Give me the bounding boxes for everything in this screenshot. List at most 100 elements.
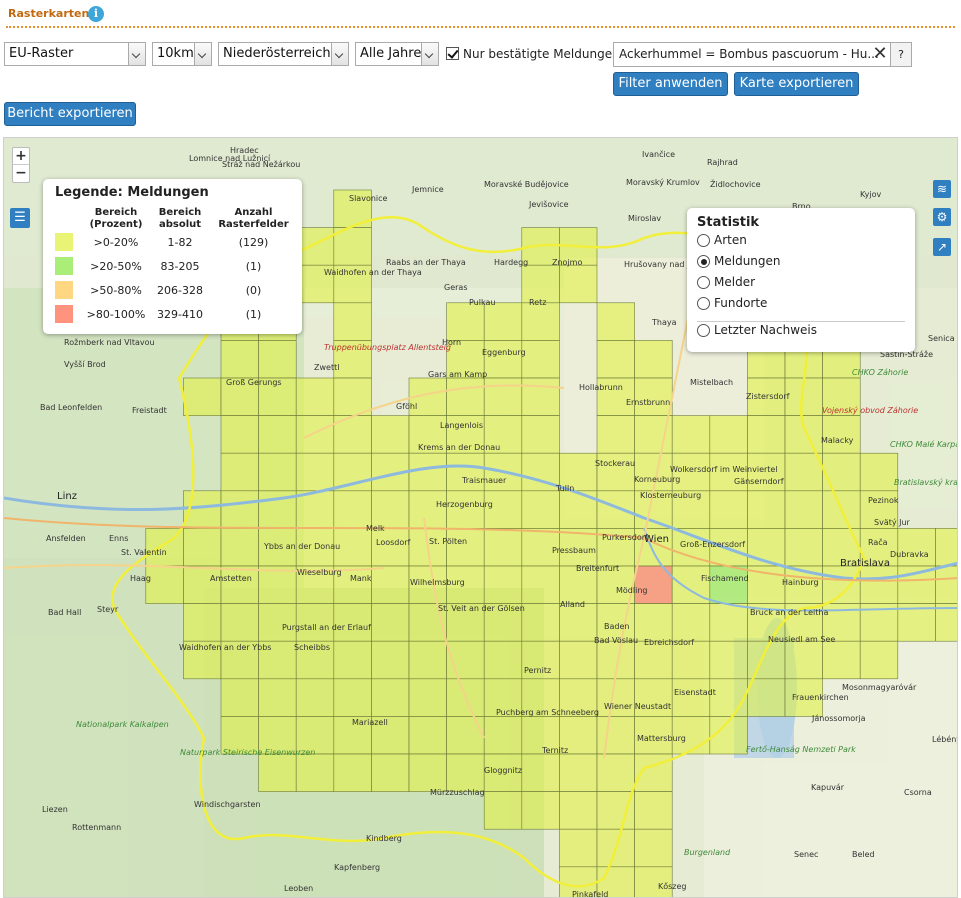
years-select[interactable]: Alle Jahre (355, 42, 439, 66)
raster-field[interactable] (747, 678, 786, 717)
raster-field[interactable] (333, 678, 372, 717)
raster-field[interactable] (671, 415, 711, 454)
raster-field[interactable] (408, 753, 447, 792)
raster-field[interactable] (483, 340, 523, 379)
raster-field[interactable] (333, 302, 372, 341)
raster-field[interactable] (596, 716, 635, 755)
info-icon[interactable]: i (88, 6, 104, 22)
export-report-button[interactable]: Bericht exportieren (4, 102, 136, 126)
raster-field[interactable] (521, 603, 560, 642)
raster-field[interactable] (295, 678, 335, 717)
raster-field[interactable] (596, 791, 635, 830)
gear-icon[interactable]: ⚙ (933, 208, 951, 226)
raster-field[interactable] (446, 377, 485, 416)
raster-field[interactable] (559, 753, 598, 792)
raster-field[interactable] (258, 415, 297, 454)
raster-field[interactable] (220, 603, 259, 642)
layers-icon[interactable]: ≋ (933, 180, 951, 198)
raster-field[interactable] (559, 264, 598, 304)
statistik-radio-fundorte[interactable] (697, 297, 710, 310)
raster-field[interactable] (559, 603, 598, 642)
zoom-out-button[interactable]: − (13, 165, 29, 182)
species-input[interactable]: Ackerhummel = Bombus pascuorum - Hu... (613, 42, 891, 67)
raster-field[interactable] (483, 528, 523, 567)
raster-field[interactable] (747, 640, 786, 680)
raster-field[interactable] (408, 678, 447, 717)
raster-field[interactable] (408, 490, 447, 529)
raster-field[interactable] (258, 678, 297, 717)
raster-field[interactable] (822, 452, 861, 492)
raster-field[interactable] (521, 791, 560, 830)
raster-field[interactable] (483, 716, 523, 755)
raster-field[interactable] (145, 565, 184, 604)
raster-field[interactable] (483, 640, 523, 680)
raster-field[interactable] (183, 528, 222, 567)
raster-field[interactable] (596, 415, 635, 454)
raster-field[interactable] (220, 678, 259, 717)
raster-field[interactable] (822, 565, 861, 604)
raster-field[interactable] (634, 452, 673, 492)
raster-field[interactable] (709, 490, 748, 529)
raster-field[interactable] (446, 490, 485, 529)
raster-field[interactable] (897, 528, 936, 567)
raster-field[interactable] (371, 415, 410, 454)
raster-field[interactable] (446, 753, 485, 792)
raster-field[interactable] (371, 565, 410, 604)
raster-field[interactable] (371, 678, 410, 717)
raster-field[interactable] (521, 490, 560, 529)
raster-field[interactable] (295, 753, 335, 792)
raster-field[interactable] (295, 415, 335, 454)
zoom-in-button[interactable]: + (13, 148, 29, 165)
raster-field[interactable] (935, 528, 958, 567)
raster-field[interactable] (822, 415, 861, 454)
raster-field[interactable] (371, 490, 410, 529)
raster-field[interactable] (671, 603, 711, 642)
raster-field[interactable] (634, 828, 673, 868)
statistik-radio-melder[interactable] (697, 276, 710, 289)
raster-field[interactable] (408, 640, 447, 680)
raster-field[interactable] (446, 452, 485, 492)
raster-field[interactable] (784, 415, 823, 454)
raster-field[interactable] (183, 565, 222, 604)
raster-field[interactable] (371, 753, 410, 792)
confirmed-only-checkbox[interactable] (446, 47, 459, 60)
raster-field[interactable] (634, 377, 673, 416)
region-select[interactable]: Niederösterreich (218, 42, 349, 66)
size-select[interactable]: 10km (152, 42, 212, 66)
species-help-button[interactable]: ? (890, 42, 912, 67)
list-icon[interactable]: ☰ (10, 208, 30, 228)
raster-field[interactable] (333, 377, 372, 416)
raster-field[interactable] (483, 377, 523, 416)
raster-field[interactable] (709, 640, 748, 680)
raster-field[interactable] (446, 528, 485, 567)
raster-field[interactable] (822, 640, 861, 680)
raster-field[interactable] (220, 528, 259, 567)
raster-field[interactable] (220, 415, 259, 454)
chart-icon[interactable]: ↗ (933, 238, 951, 256)
raster-field[interactable] (859, 565, 899, 604)
close-icon[interactable]: ✕ (871, 43, 889, 65)
raster-field[interactable] (521, 753, 560, 792)
raster-field[interactable] (483, 565, 523, 604)
raster-field[interactable] (408, 452, 447, 492)
raster-field[interactable] (183, 603, 222, 642)
raster-field[interactable] (371, 640, 410, 680)
raster-field[interactable] (784, 640, 823, 680)
statistik-radio-arten[interactable] (697, 234, 710, 247)
raster-field[interactable] (559, 791, 598, 830)
raster-field[interactable] (596, 302, 635, 341)
raster-field[interactable] (596, 490, 635, 529)
raster-field[interactable] (333, 490, 372, 529)
raster-field[interactable] (935, 603, 958, 642)
raster-field[interactable] (521, 340, 560, 379)
raster-field[interactable] (709, 565, 748, 604)
raster-field[interactable] (220, 340, 259, 379)
statistik-radio-letzter-nachweis[interactable] (697, 324, 710, 337)
raster-field[interactable] (220, 452, 259, 492)
raster-field[interactable] (559, 828, 598, 868)
raster-field[interactable] (859, 452, 899, 492)
raster-field[interactable] (521, 565, 560, 604)
raster-field[interactable] (784, 490, 823, 529)
raster-field[interactable] (634, 603, 673, 642)
raster-field[interactable] (935, 565, 958, 604)
